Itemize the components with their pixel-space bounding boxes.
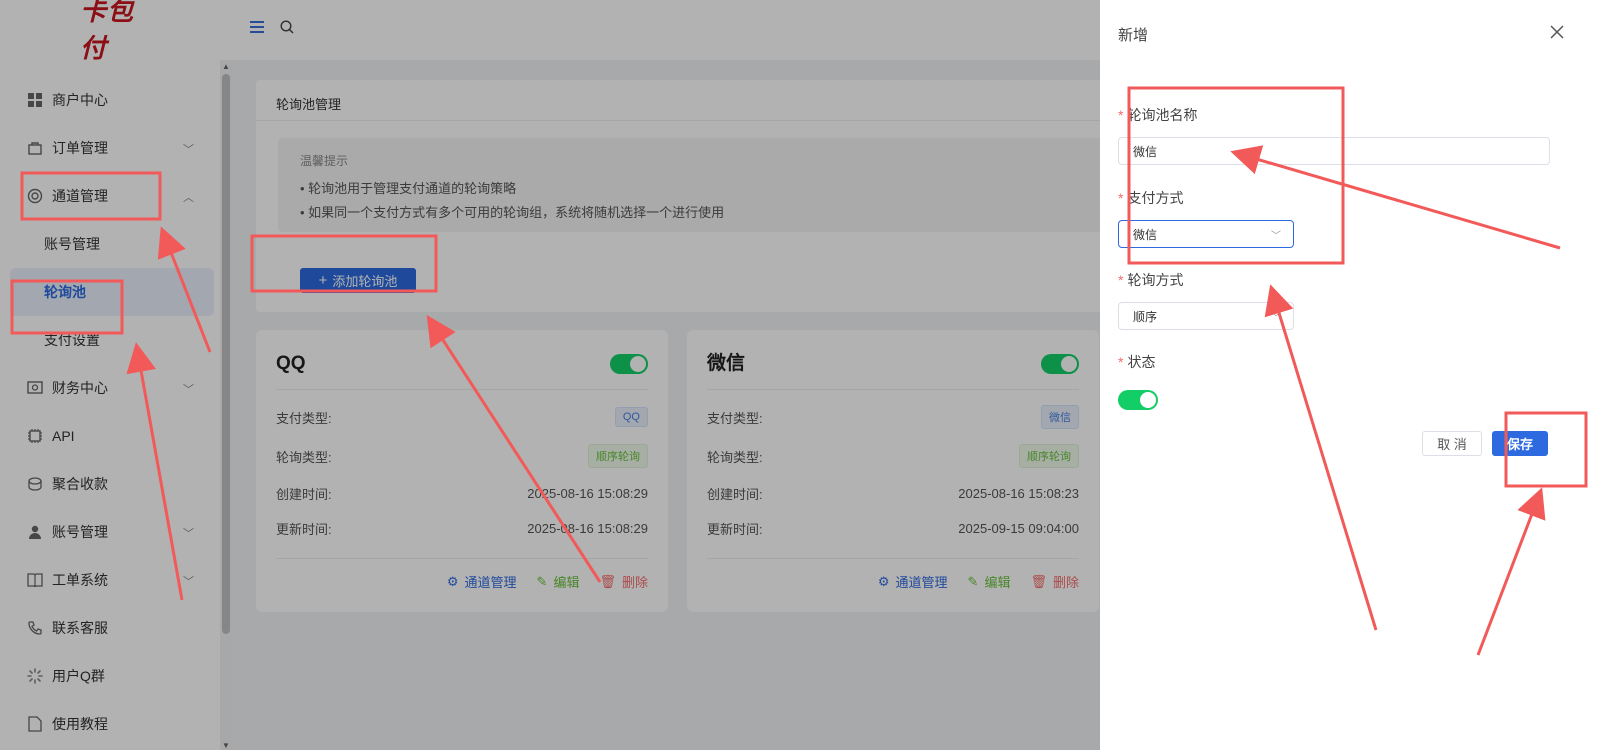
close-icon[interactable] <box>1550 22 1564 45</box>
add-drawer: 新增 * 轮询池名称 微信 * 支付方式 微信 ﹀ * 轮询方式 顺序 ﹀ * 状态 取 消… <box>1100 0 1600 750</box>
status-switch[interactable] <box>1118 390 1158 410</box>
modal-overlay[interactable] <box>0 0 1100 750</box>
pool-name-input[interactable]: 微信 <box>1118 137 1550 165</box>
pay-method-label: * 支付方式 <box>1118 190 1184 206</box>
save-button[interactable]: 保存 <box>1492 431 1548 456</box>
poll-method-select[interactable]: 顺序 ﹀ <box>1118 302 1294 330</box>
cancel-button[interactable]: 取 消 <box>1422 431 1482 456</box>
status-label: * 状态 <box>1118 354 1156 370</box>
poll-method-label: * 轮询方式 <box>1118 272 1184 288</box>
pool-name-label: * 轮询池名称 <box>1118 107 1198 123</box>
drawer-title: 新增 <box>1118 27 1149 44</box>
chevron-down-icon: ﹀ <box>1271 313 1281 324</box>
chevron-down-icon: ﹀ <box>1271 231 1281 242</box>
pay-method-select[interactable]: 微信 ﹀ <box>1118 220 1294 248</box>
